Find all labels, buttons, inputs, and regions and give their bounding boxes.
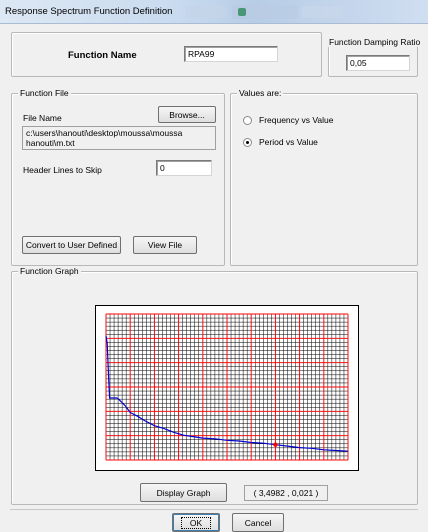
view-file-button[interactable]: View File bbox=[133, 236, 197, 254]
file-path-line: hanouti\m.txt bbox=[26, 138, 75, 148]
header-lines-label: Header Lines to Skip bbox=[23, 165, 102, 175]
convert-to-user-defined-button[interactable]: Convert to User Defined bbox=[22, 236, 121, 254]
frequency-vs-value-radio[interactable] bbox=[243, 116, 252, 125]
frequency-vs-value-label[interactable]: Frequency vs Value bbox=[259, 115, 334, 125]
file-path-line: c:\users\hanouti\desktop\moussa\moussa bbox=[26, 128, 183, 138]
background-tab bbox=[232, 5, 298, 19]
divider bbox=[10, 509, 418, 510]
damping-ratio-legend: Function Damping Ratio bbox=[327, 37, 423, 47]
browse-button[interactable]: Browse... bbox=[158, 106, 216, 123]
background-tab bbox=[302, 6, 342, 18]
display-graph-button[interactable]: Display Graph bbox=[140, 483, 227, 502]
function-name-label: Function Name bbox=[68, 50, 137, 61]
header-lines-input[interactable]: 0 bbox=[156, 160, 212, 176]
function-file-legend: Function File bbox=[18, 88, 71, 98]
ok-button[interactable]: OK bbox=[172, 513, 220, 532]
app-icon bbox=[238, 8, 246, 16]
graph-canvas[interactable] bbox=[96, 306, 358, 470]
file-name-label: File Name bbox=[23, 113, 62, 123]
damping-ratio-input[interactable]: 0,05 bbox=[346, 55, 410, 71]
cursor-marker bbox=[273, 442, 278, 447]
function-graph-legend: Function Graph bbox=[18, 266, 81, 276]
period-vs-value-label[interactable]: Period vs Value bbox=[259, 137, 318, 147]
file-path-display: c:\users\hanouti\desktop\moussa\moussa h… bbox=[22, 126, 216, 150]
values-are-legend: Values are: bbox=[237, 88, 284, 98]
window-title: Response Spectrum Function Definition bbox=[5, 6, 173, 17]
damping-ratio-group: Function Damping Ratio 0,05 bbox=[327, 37, 423, 77]
function-name-input[interactable]: RPA99 bbox=[184, 46, 278, 62]
values-are-group: Values are: Frequency vs Value Period vs… bbox=[230, 88, 418, 266]
function-graph-plot[interactable] bbox=[95, 305, 359, 471]
title-bar[interactable]: Response Spectrum Function Definition bbox=[0, 0, 428, 24]
ok-button-label: OK bbox=[180, 516, 212, 529]
cursor-coordinate-readout: ( 3,4982 , 0,021 ) bbox=[244, 485, 328, 501]
dialog-body: Function Name RPA99 Function Damping Rat… bbox=[0, 24, 428, 532]
function-file-group: Function File File Name Browse... c:\use… bbox=[11, 88, 225, 266]
cancel-button[interactable]: Cancel bbox=[232, 513, 284, 532]
function-name-panel: Function Name RPA99 bbox=[11, 32, 322, 77]
background-tab bbox=[186, 6, 226, 18]
period-vs-value-radio[interactable] bbox=[243, 138, 252, 147]
